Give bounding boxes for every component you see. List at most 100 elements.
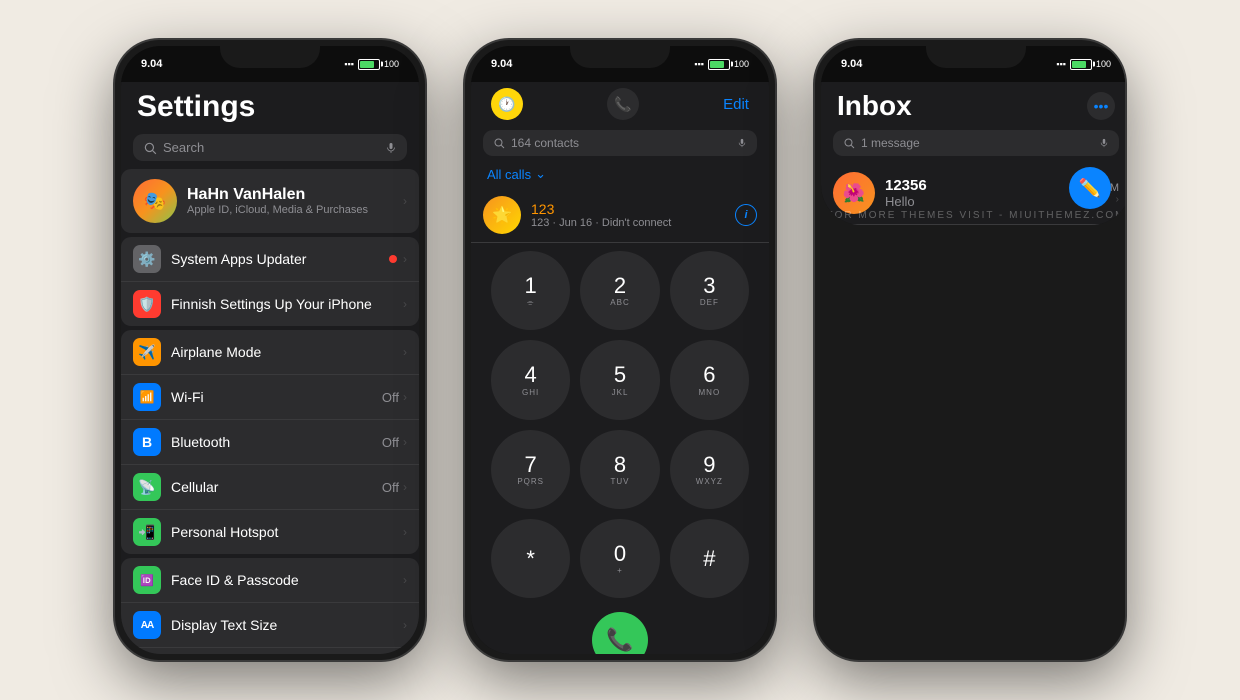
settings-item-system-apps[interactable]: ⚙️ System Apps Updater › [121,237,419,282]
profile-sub: Apple ID, iCloud, Media & Purchases [187,204,368,216]
key-4[interactable]: 4GHI [491,340,570,419]
chevron-icon: › [403,618,407,632]
clock-icon[interactable]: 🕐 [491,88,523,120]
key-7[interactable]: 7PQRS [491,430,570,509]
call-info-button[interactable]: i [735,204,757,226]
battery-icon-2 [708,59,730,70]
hotspot-icon: 📲 [133,518,161,546]
wifi-value: Off [382,390,399,405]
signal-icon-3: ▪▪▪ [1056,59,1066,69]
call-name: 123 [531,201,735,217]
call-item[interactable]: 🌟 123 123 · Jun 16 · Didn't connect i [471,188,769,243]
key-0[interactable]: 0+ [580,519,659,598]
inbox-title: Inbox [837,90,912,122]
filter-label: All calls [487,167,531,182]
key-9[interactable]: 9WXYZ [670,430,749,509]
calls-filter[interactable]: All calls ⌄ [471,160,769,188]
status-icons-2: ▪▪▪ 100 [694,59,749,70]
keypad-grid: 1⌯ 2ABC 3DEF 4GHI 5JKL 6MNO 7PQRS 8TUV 9… [471,243,769,606]
badge-dot [389,255,397,263]
keypad-top-bar: 🕐 📞 Edit [471,82,769,126]
airplane-label: Airplane Mode [171,344,403,360]
bluetooth-value: Off [382,435,399,450]
mic-icon-3 [1099,137,1109,149]
settings-item-bluetooth[interactable]: B Bluetooth Off › [121,420,419,465]
key-8[interactable]: 8TUV [580,430,659,509]
faceid-icon: 🆔 [133,566,161,594]
call-button-row: 📞 [471,606,769,654]
inbox-screen: Inbox ••• 1 message 🌺 12356 Hello 11:13 … [821,82,1125,225]
contacts-search-placeholder: 164 contacts [511,136,731,150]
system-apps-icon: ⚙️ [133,245,161,273]
search-bar[interactable]: Search [133,134,407,161]
settings-item-sounds[interactable]: 🔊 Sounds & Haptics › [121,648,419,654]
dropdown-icon: ⌄ [535,166,546,182]
chevron-icon: › [403,194,407,208]
status-bar-1: 9.04 ▪▪▪ 100 [121,46,419,82]
key-1[interactable]: 1⌯ [491,251,570,330]
inbox-search-placeholder: 1 message [861,136,1093,150]
finish-icon: 🛡️ [133,290,161,318]
cellular-value: Off [382,480,399,495]
chevron-icon: › [403,345,407,359]
chevron-icon: › [403,573,407,587]
settings-item-cellular[interactable]: 📡 Cellular Off › [121,465,419,510]
key-hash[interactable]: # [670,519,749,598]
mic-icon [385,141,397,155]
key-2[interactable]: 2ABC [580,251,659,330]
mic-icon-2 [737,137,747,149]
settings-item-finish[interactable]: 🛡️ Finnish Settings Up Your iPhone › [121,282,419,326]
battery-icon-1 [358,59,380,70]
contacts-search[interactable]: 164 contacts [483,130,757,156]
key-5[interactable]: 5JKL [580,340,659,419]
message-preview: Hello [885,194,1073,209]
profile-item[interactable]: 🎭 HaHn VanHalen Apple ID, iCloud, Media … [121,169,419,233]
chevron-icon: › [403,480,407,494]
status-time-3: 9.04 [841,58,862,70]
display-label: Display Text Size [171,617,403,633]
settings-item-wifi[interactable]: 📶 Wi-Fi Off › [121,375,419,420]
inbox-search[interactable]: 1 message [833,130,1119,156]
compose-button[interactable]: ✏️ [1069,167,1111,209]
signal-icon: ▪▪▪ [344,59,354,69]
wifi-icon: 📶 [133,383,161,411]
chevron-icon: › [403,435,407,449]
key-3[interactable]: 3DEF [670,251,749,330]
key-star[interactable]: * [491,519,570,598]
key-6[interactable]: 6MNO [670,340,749,419]
message-sender: 12356 [885,177,1073,194]
settings-item-airplane[interactable]: ✈️ Airplane Mode › [121,330,419,375]
chevron-icon: › [403,297,407,311]
phone-icon[interactable]: 📞 [607,88,639,120]
system-apps-label: System Apps Updater [171,251,389,267]
hotspot-label: Personal Hotspot [171,524,403,540]
more-button[interactable]: ••• [1087,92,1115,120]
settings-item-faceid[interactable]: 🆔 Face ID & Passcode › [121,558,419,603]
edit-button[interactable]: Edit [723,96,749,113]
status-icons-3: ▪▪▪ 100 [1056,59,1111,70]
search-placeholder: Search [163,140,379,155]
keypad-screen: 🕐 📞 Edit 164 contacts All calls ⌄ 🌟 123 [471,82,769,654]
phone-settings: 9.04 ▪▪▪ 100 Settings Search [115,40,425,660]
status-icons-1: ▪▪▪ 100 [344,59,399,70]
settings-item-display[interactable]: AA Display Text Size › [121,603,419,648]
status-bar-2: 9.04 ▪▪▪ 100 [471,46,769,82]
phone-keypad: 9.04 ▪▪▪ 100 🕐 📞 Edit 164 contacts [465,40,775,660]
settings-title: Settings [121,82,419,130]
chevron-icon: › [403,252,407,266]
avatar: 🎭 [133,179,177,223]
search-icon [143,141,157,155]
settings-screen: Settings Search 🎭 HaHn VanHalen Apple ID… [121,82,419,654]
battery-pct-3: 100 [1096,59,1111,69]
profile-name: HaHn VanHalen [187,186,368,204]
message-avatar: 🌺 [833,172,875,214]
settings-list: 🎭 HaHn VanHalen Apple ID, iCloud, Media … [121,169,419,654]
call-button[interactable]: 📞 [592,612,648,654]
search-icon-2 [493,137,505,149]
status-time-2: 9.04 [491,58,512,70]
cellular-label: Cellular [171,479,382,495]
faceid-label: Face ID & Passcode [171,572,403,588]
settings-item-hotspot[interactable]: 📲 Personal Hotspot › [121,510,419,554]
call-sub: 123 · Jun 16 · Didn't connect [531,217,735,229]
status-bar-3: 9.04 ▪▪▪ 100 [821,46,1125,82]
